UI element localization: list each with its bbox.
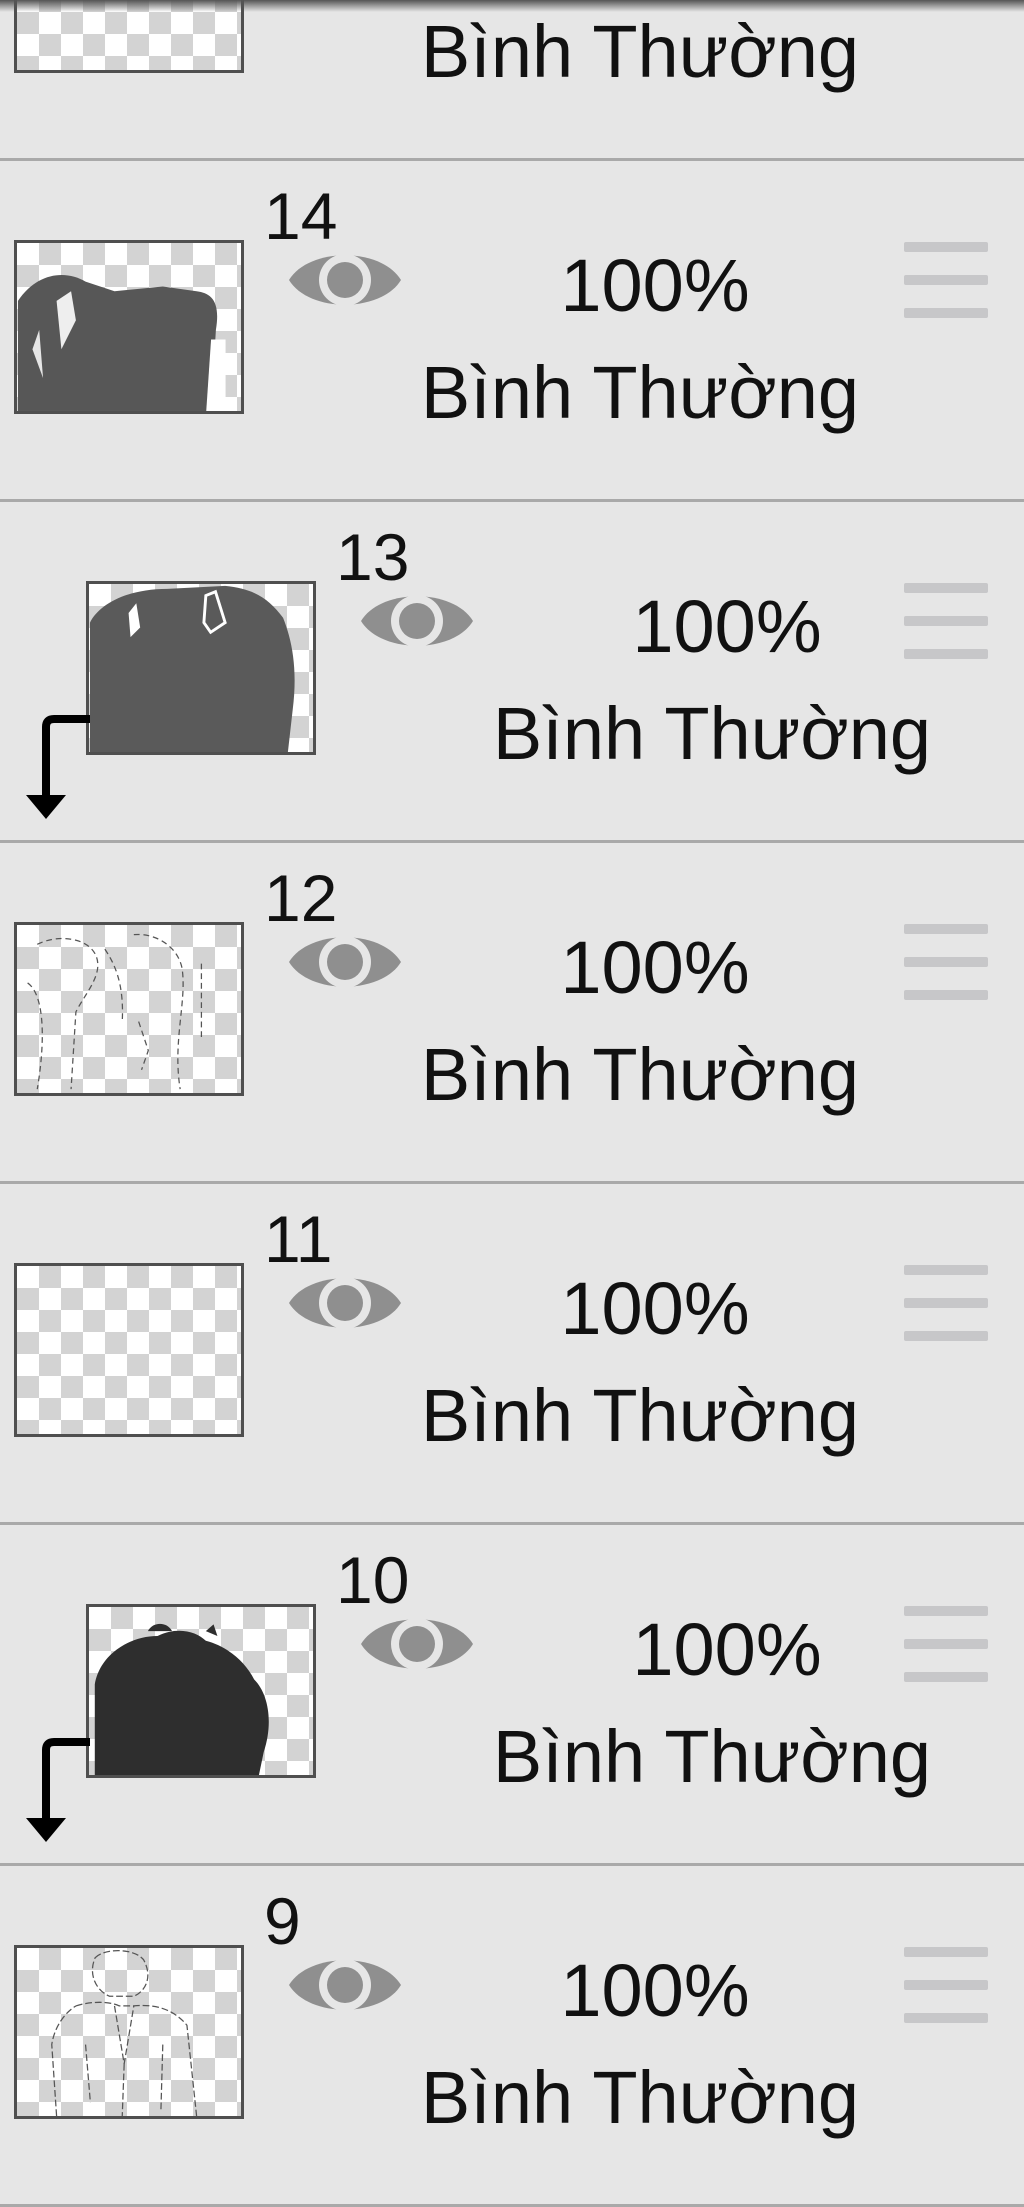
eye-icon[interactable] [285, 1260, 405, 1346]
layer-opacity[interactable]: 100% [505, 1272, 805, 1346]
layer-blend-mode[interactable]: Bình Thường [410, 15, 870, 89]
drag-handle-icon[interactable] [904, 1265, 988, 1341]
layer-blend-mode[interactable]: Bình Thường [410, 2061, 870, 2135]
layer-thumbnail[interactable] [14, 1945, 244, 2119]
drag-handle-icon[interactable] [904, 583, 988, 659]
top-shadow [0, 0, 1024, 12]
eye-icon[interactable] [285, 1942, 405, 2028]
layer-thumbnail[interactable] [14, 1263, 244, 1437]
layer-blend-mode[interactable]: Bình Thường [410, 1038, 870, 1112]
layer-opacity[interactable]: 100% [505, 931, 805, 1005]
layer-opacity[interactable]: 100% [577, 1613, 877, 1687]
layer-opacity[interactable]: 100% [505, 1954, 805, 2028]
layer-row[interactable]: 50%Bình Thường [0, 0, 1024, 161]
layer-thumbnail[interactable] [14, 922, 244, 1096]
layer-row[interactable]: 11 100% Bình Thường [0, 1184, 1024, 1525]
layer-row[interactable]: 14 100% Bình Thường [0, 161, 1024, 502]
eye-icon[interactable] [285, 237, 405, 323]
layer-row[interactable]: 12 100% Bình Thường [0, 843, 1024, 1184]
layer-list[interactable]: 50%Bình Thường14100%Bình Thường13100%Bìn… [0, 0, 1024, 2207]
drag-handle-icon[interactable] [904, 924, 988, 1000]
layer-blend-mode[interactable]: Bình Thường [482, 697, 942, 771]
layer-thumbnail[interactable] [86, 581, 316, 755]
layer-row[interactable]: 13 100% Bình Thường [0, 502, 1024, 843]
layer-row[interactable]: 10 100% Bình Thường [0, 1525, 1024, 1866]
drag-handle-icon[interactable] [904, 242, 988, 318]
layer-blend-mode[interactable]: Bình Thường [410, 356, 870, 430]
clipping-arrow-icon [20, 715, 90, 827]
layer-opacity[interactable]: 100% [505, 249, 805, 323]
layer-thumbnail[interactable] [86, 1604, 316, 1778]
eye-icon[interactable] [357, 578, 477, 664]
layer-blend-mode[interactable]: Bình Thường [482, 1720, 942, 1794]
layer-opacity[interactable]: 100% [577, 590, 877, 664]
eye-icon[interactable] [357, 1601, 477, 1687]
layer-blend-mode[interactable]: Bình Thường [410, 1379, 870, 1453]
drag-handle-icon[interactable] [904, 1606, 988, 1682]
layer-thumbnail[interactable] [14, 240, 244, 414]
clipping-arrow-icon [20, 1738, 90, 1850]
eye-icon[interactable] [285, 919, 405, 1005]
layer-row[interactable]: 9 100% Bình Thường [0, 1866, 1024, 2207]
drag-handle-icon[interactable] [904, 1947, 988, 2023]
